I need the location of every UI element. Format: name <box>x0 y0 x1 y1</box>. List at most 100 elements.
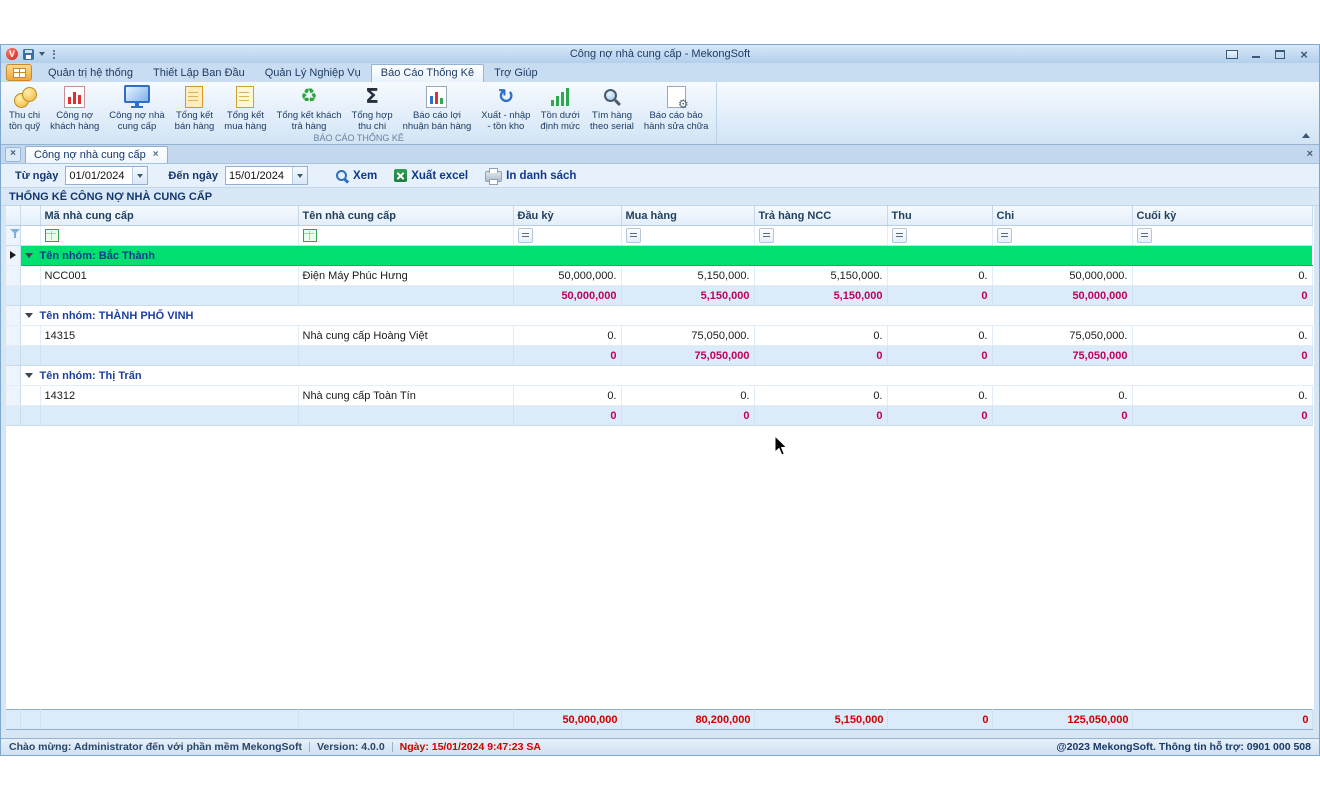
equals-filter-icon[interactable] <box>759 228 774 243</box>
table-row[interactable]: 14312 Nhà cung cấp Toàn Tín 0. 0. 0. 0. … <box>6 386 1312 406</box>
cell-ten-ncc[interactable]: Nhà cung cấp Hoàng Việt <box>298 326 513 346</box>
column-filter-icon[interactable] <box>45 229 59 242</box>
grid-area: Mã nhà cung cấp Tên nhà cung cấp Đầu kỳ … <box>1 206 1319 738</box>
status-support: @2023 MekongSoft. Thông tin hỗ trợ: 0901… <box>1056 741 1311 753</box>
equals-filter-icon[interactable] <box>518 228 533 243</box>
ribbon-button-bao-cao-bao-hanh[interactable]: Báo cáo bảo hành sửa chữa <box>639 83 713 132</box>
tab-quan-tri-he-thong[interactable]: Quản trị hệ thống <box>38 64 143 82</box>
filter-cell-cuoi-ky[interactable] <box>1132 226 1312 246</box>
tabstrip-close-button[interactable]: × <box>1307 149 1315 160</box>
tab-thiet-lap-ban-dau[interactable]: Thiết Lập Ban Đầu <box>143 64 255 82</box>
filter-funnel-icon[interactable] <box>10 229 20 239</box>
export-excel-button[interactable]: Xuất excel <box>389 168 473 183</box>
grand-total-row: 50,000,000 80,200,000 5,150,000 0 125,05… <box>6 709 1313 730</box>
to-date-label: Đến ngày <box>168 170 218 182</box>
ribbon: Thu chi tồn quỹ Công nợ khách hàng Công … <box>1 82 1319 145</box>
collapse-group-icon[interactable] <box>25 253 33 258</box>
table-row[interactable]: NCC001 Điện Máy Phúc Hưng 50,000,000. 5,… <box>6 266 1312 286</box>
column-header-thu[interactable]: Thu <box>887 206 992 226</box>
total-cuoi-ky: 0 <box>1132 710 1312 730</box>
search-icon <box>335 169 349 183</box>
column-header-dau-ky[interactable]: Đầu kỳ <box>513 206 621 226</box>
collapse-group-icon[interactable] <box>25 313 33 318</box>
table-row[interactable]: 14315 Nhà cung cấp Hoàng Việt 0. 75,050,… <box>6 326 1312 346</box>
tab-close-icon[interactable]: × <box>153 150 159 160</box>
view-button[interactable]: Xem <box>330 168 382 184</box>
cell-ma-ncc[interactable]: NCC001 <box>40 266 298 286</box>
ribbon-button-bao-cao-loi-nhuan[interactable]: Báo cáo lợi nhuận bán hàng <box>398 83 477 132</box>
serial-search-icon <box>602 87 622 107</box>
cell-ten-ncc[interactable]: Nhà cung cấp Toàn Tín <box>298 386 513 406</box>
column-header-ma-ncc[interactable]: Mã nhà cung cấp <box>40 206 298 226</box>
ribbon-button-tong-hop-thu-chi[interactable]: Tổng hợp thu chi <box>347 83 398 132</box>
ribbon-button-cong-no-khach-hang[interactable]: Công nợ khách hàng <box>45 83 104 132</box>
app-menu-button[interactable] <box>6 64 32 81</box>
ribbon-button-tong-ket-mua-hang[interactable]: Tổng kết mua hàng <box>219 83 271 132</box>
cell-ma-ncc[interactable]: 14312 <box>40 386 298 406</box>
titlebar: V Công nợ nhà cung cấp - MekongSoft <box>1 45 1319 63</box>
group-summary-row: 0 0 0 0 0 0 <box>6 406 1312 426</box>
filter-cell-ma-ncc[interactable] <box>40 226 298 246</box>
close-button[interactable] <box>1297 48 1311 60</box>
inventory-sync-icon <box>497 86 514 108</box>
maximize-button[interactable] <box>1273 48 1287 60</box>
group-name: Tên nhóm: Thị Trấn <box>40 370 142 382</box>
from-date-input[interactable] <box>66 168 132 183</box>
document-tab[interactable]: Công nợ nhà cung cấp × <box>25 146 168 163</box>
ribbon-button-tong-ket-ban-hang[interactable]: Tổng kết bán hàng <box>170 83 220 132</box>
tab-tro-giup[interactable]: Trợ Giúp <box>484 64 547 82</box>
ribbon-button-cong-no-nha-cung-cap[interactable]: Công nợ nhà cung cấp <box>104 83 169 132</box>
minimize-button[interactable] <box>1249 48 1263 60</box>
collapse-group-icon[interactable] <box>25 373 33 378</box>
ribbon-group-bao-cao-thong-ke: Thu chi tồn quỹ Công nợ khách hàng Công … <box>1 82 717 144</box>
column-header-mua-hang[interactable]: Mua hàng <box>621 206 754 226</box>
ribbon-button-tong-ket-khach-tra-hang[interactable]: Tổng kết khách trả hàng <box>272 83 347 132</box>
print-list-button[interactable]: In danh sách <box>480 168 581 183</box>
ribbon-button-xuat-nhap-ton-kho[interactable]: Xuất - nhập - tồn kho <box>476 83 535 132</box>
to-date-dropdown-icon[interactable] <box>292 167 307 184</box>
filter-cell-ten-ncc[interactable] <box>298 226 513 246</box>
column-header-tra-hang-ncc[interactable]: Trả hàng NCC <box>754 206 887 226</box>
group-row[interactable]: Tên nhóm: THÀNH PHỐ VINH <box>6 306 1312 326</box>
ribbon-collapse-icon[interactable] <box>1302 133 1310 138</box>
to-date-input[interactable] <box>226 168 292 183</box>
column-filter-icon[interactable] <box>303 229 317 242</box>
from-date-label: Từ ngày <box>15 170 58 182</box>
qat-overflow-icon[interactable] <box>53 50 55 59</box>
group-row[interactable]: Tên nhóm: Thị Trấn <box>6 366 1312 386</box>
cell-ten-ncc[interactable]: Điện Máy Phúc Hưng <box>298 266 513 286</box>
filter-cell-dau-ky[interactable] <box>513 226 621 246</box>
tab-quan-ly-nghiep-vu[interactable]: Quản Lý Nghiệp Vụ <box>255 64 371 82</box>
equals-filter-icon[interactable] <box>1137 228 1152 243</box>
equals-filter-icon[interactable] <box>997 228 1012 243</box>
supplier-debt-table: Mã nhà cung cấp Tên nhà cung cấp Đầu kỳ … <box>6 206 1313 426</box>
grid-scroll-area[interactable]: Mã nhà cung cấp Tên nhà cung cấp Đầu kỳ … <box>6 206 1314 709</box>
group-name: Tên nhóm: Bắc Thành <box>40 250 156 262</box>
ribbon-button-tim-hang-theo-serial[interactable]: Tìm hàng theo serial <box>585 83 639 132</box>
close-tab-button[interactable]: × <box>5 147 21 162</box>
status-date: Ngày: 15/01/2024 9:47:23 SA <box>400 741 541 753</box>
filter-cell-mua-hang[interactable] <box>621 226 754 246</box>
filter-bar: Từ ngày Đến ngày Xem Xuất excel <box>1 164 1319 188</box>
ribbon-button-thu-chi-ton-quy[interactable]: Thu chi tồn quỹ <box>4 83 45 132</box>
from-date-dropdown-icon[interactable] <box>132 167 147 184</box>
filter-cell-thu[interactable] <box>887 226 992 246</box>
ribbon-button-ton-duoi-dinh-muc[interactable]: Tồn dưới định mức <box>535 83 585 132</box>
save-icon[interactable] <box>23 49 34 60</box>
layout-icon[interactable] <box>1225 48 1239 60</box>
group-row[interactable]: Tên nhóm: Bắc Thành <box>6 246 1312 266</box>
equals-filter-icon[interactable] <box>626 228 641 243</box>
table-header-row: Mã nhà cung cấp Tên nhà cung cấp Đầu kỳ … <box>6 206 1312 226</box>
equals-filter-icon[interactable] <box>892 228 907 243</box>
cell-ma-ncc[interactable]: 14315 <box>40 326 298 346</box>
column-header-ten-ncc[interactable]: Tên nhà cung cấp <box>298 206 513 226</box>
column-header-chi[interactable]: Chi <box>992 206 1132 226</box>
column-header-cuoi-ky[interactable]: Cuối kỳ <box>1132 206 1312 226</box>
app-logo-icon[interactable]: V <box>6 48 18 60</box>
chevron-down-icon[interactable] <box>39 52 45 56</box>
total-thu: 0 <box>887 710 992 730</box>
total-tra-hang-ncc: 5,150,000 <box>754 710 887 730</box>
filter-cell-tra-hang-ncc[interactable] <box>754 226 887 246</box>
filter-cell-chi[interactable] <box>992 226 1132 246</box>
tab-bao-cao-thong-ke[interactable]: Báo Cáo Thống Kê <box>371 64 484 82</box>
